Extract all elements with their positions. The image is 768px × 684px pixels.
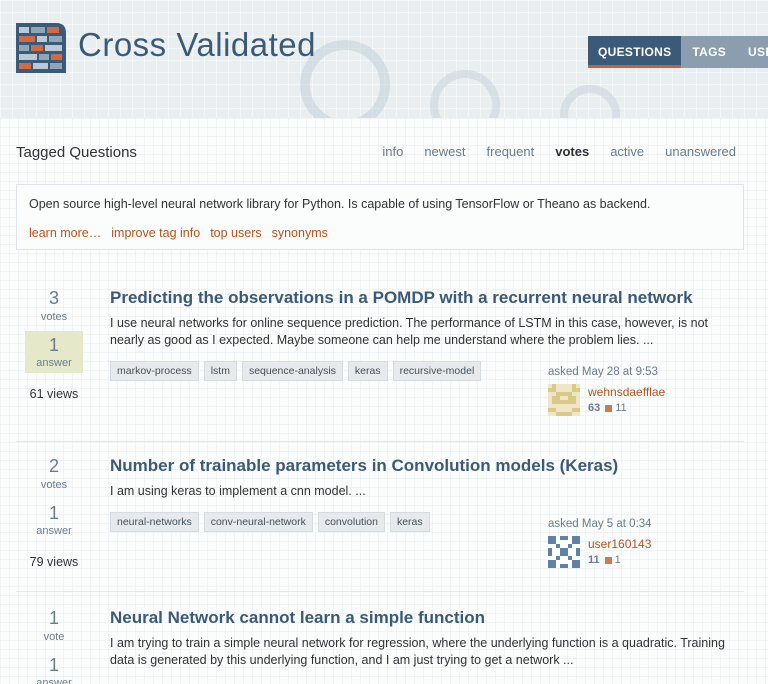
answer-count: 1 <box>48 335 59 355</box>
answer-count-accepted: 1 answer <box>25 331 83 373</box>
tab-info[interactable]: info <box>382 144 403 159</box>
tab-unanswered[interactable]: unanswered <box>665 144 736 159</box>
synonyms-link[interactable]: synonyms <box>272 226 328 240</box>
nav-users[interactable]: USER <box>737 36 768 68</box>
question-stats: 3 votes 1 answer 61 views <box>22 288 86 401</box>
vote-label: votes <box>40 311 68 323</box>
view-count: 79 views <box>29 555 79 569</box>
question-title-link[interactable]: Predicting the observations in a POMDP w… <box>110 288 693 308</box>
question-title-link[interactable]: Neural Network cannot learn a simple fun… <box>110 608 485 628</box>
tab-active[interactable]: active <box>610 144 644 159</box>
answer-count-box: 1 answer <box>25 499 83 541</box>
user-name-link[interactable]: wehnsdaefflae <box>588 385 665 399</box>
tag-conv-neural-network[interactable]: conv-neural-network <box>203 512 313 532</box>
user-name-link[interactable]: user160143 <box>588 537 651 551</box>
question-stats: 1 vote 1 answer <box>22 608 86 684</box>
question-title-link[interactable]: Number of trainable parameters in Convol… <box>110 456 618 476</box>
tag-recursive-model[interactable]: recursive-model <box>392 361 482 381</box>
site-header: Cross Validated QUESTIONS TAGS USER <box>0 0 768 118</box>
user-reputation: 63 11 <box>588 402 627 414</box>
asked-time: asked May 28 at 9:53 <box>548 366 658 378</box>
improve-tag-info-link[interactable]: improve tag info <box>111 226 200 240</box>
vote-label: votes <box>40 479 68 491</box>
site-name[interactable]: Cross Validated <box>78 26 316 64</box>
answer-count-box: 1 answer <box>25 651 83 684</box>
page-title: Tagged Questions <box>16 144 137 161</box>
tag-neural-networks[interactable]: neural-networks <box>110 512 199 532</box>
bronze-badge-icon <box>605 404 613 412</box>
answer-count: 1 <box>48 655 59 675</box>
question-excerpt: I am using keras to implement a cnn mode… <box>110 484 366 498</box>
bronze-badge-count: 1 <box>614 554 621 566</box>
question-owner: asked May 5 at 0:34 user160143 11 1 <box>548 518 698 568</box>
answer-label: answer <box>36 677 72 684</box>
asked-time: asked May 5 at 0:34 <box>548 518 652 530</box>
tag-wiki-links: learn more… improve tag info top users s… <box>29 226 338 240</box>
header-decoration <box>560 85 620 118</box>
vote-count: 3 <box>48 288 59 308</box>
tag-keras[interactable]: keras <box>347 361 388 381</box>
answer-label: answer <box>36 525 72 537</box>
reputation-score: 63 <box>588 402 601 414</box>
learn-more-link[interactable]: learn more… <box>29 226 101 240</box>
tag-description: Open source high-level neural network li… <box>29 197 651 211</box>
tag-markov-process[interactable]: markov-process <box>110 361 199 381</box>
site-logo-icon[interactable] <box>16 23 66 73</box>
vote-count: 1 <box>48 608 59 628</box>
question-stats: 2 votes 1 answer 79 views <box>22 456 86 569</box>
tag-sequence-analysis[interactable]: sequence-analysis <box>241 361 343 381</box>
tag-convolution[interactable]: convolution <box>317 512 385 532</box>
sort-tabs: info newest frequent votes active unansw… <box>361 144 736 159</box>
main-content: Tagged Questions info newest frequent vo… <box>0 118 768 684</box>
user-reputation: 11 1 <box>588 554 621 566</box>
question-excerpt: I am trying to train a simple neural net… <box>110 636 725 667</box>
subheader: Tagged Questions info newest frequent vo… <box>16 142 746 166</box>
tag-lstm[interactable]: lstm <box>203 361 237 381</box>
top-navigation: QUESTIONS TAGS USER <box>588 36 768 68</box>
answer-label: answer <box>36 357 72 369</box>
nav-tags[interactable]: TAGS <box>681 36 738 68</box>
vote-count: 2 <box>48 456 59 476</box>
tag-keras[interactable]: keras <box>389 512 430 532</box>
bronze-badge-count: 11 <box>615 402 627 414</box>
user-avatar[interactable] <box>548 536 580 568</box>
vote-label: vote <box>43 631 65 643</box>
user-avatar[interactable] <box>548 384 580 416</box>
header-decoration <box>430 70 500 118</box>
divider <box>16 441 744 442</box>
view-count: 61 views <box>29 387 79 401</box>
tab-newest[interactable]: newest <box>424 144 465 159</box>
tab-votes[interactable]: votes <box>555 144 589 159</box>
tab-frequent[interactable]: frequent <box>487 144 535 159</box>
question-excerpt: I use neural networks for online sequenc… <box>110 316 709 347</box>
top-users-link[interactable]: top users <box>210 226 261 240</box>
question-tags: markov-process lstm sequence-analysis ke… <box>110 361 486 381</box>
question-tags: neural-networks conv-neural-network conv… <box>110 512 435 532</box>
divider <box>16 591 744 592</box>
reputation-score: 11 <box>588 554 600 566</box>
nav-questions[interactable]: QUESTIONS <box>588 36 682 68</box>
tag-wiki-excerpt: Open source high-level neural network li… <box>16 184 744 250</box>
question-owner: asked May 28 at 9:53 wehnsdaefflae 63 11 <box>548 366 698 416</box>
answer-count: 1 <box>48 503 59 523</box>
bronze-badge-icon <box>604 556 612 564</box>
